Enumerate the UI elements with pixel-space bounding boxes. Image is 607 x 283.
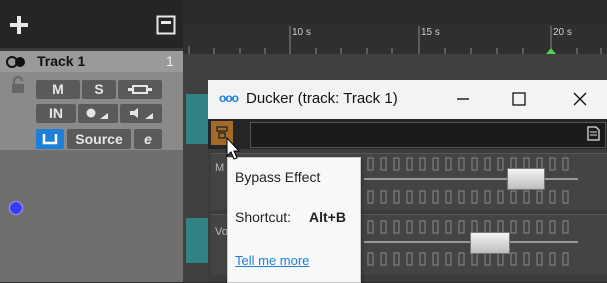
solo-button[interactable]: S [82,80,116,99]
add-track-button[interactable] [8,14,30,36]
ruler-label-20s: 20 s [553,27,572,38]
slider-thumb[interactable] [470,232,510,254]
minimize-icon [457,98,469,100]
preset-field[interactable] [250,122,606,148]
ruler-label-15s: 15 s [421,27,440,38]
ruler-label-10s: 10 s [292,27,311,38]
input-button[interactable]: IN [36,104,76,123]
tooltip-shortcut-label: Shortcut: [235,209,292,225]
track-name[interactable]: Track 1 [37,53,85,69]
panel-toggle-icon [156,15,176,35]
waveform-clip[interactable] [186,218,208,263]
monitor-icon [128,85,152,94]
bracket-icon [42,134,58,145]
maximize-icon [512,92,526,106]
edit-button[interactable]: e [134,129,162,149]
plugin-title-icon: ooo [219,91,239,105]
close-icon [573,92,587,106]
maximize-button[interactable] [502,86,536,112]
slider-scales [364,157,578,266]
plugin-title: Ducker (track: Track 1) [246,90,398,107]
tooltip-title: Bypass Effect [235,169,321,185]
ruler-ticks [188,26,602,54]
record-icon [86,108,108,119]
track-color-dot[interactable] [9,201,23,215]
preset-menu-icon[interactable] [585,124,601,147]
tooltip-link[interactable]: Tell me more [235,253,309,268]
minimize-button[interactable] [446,86,480,112]
monitor-button[interactable] [118,80,162,99]
tooltip-shortcut-value: Alt+B [309,209,346,225]
speaker-button[interactable] [120,104,162,123]
slider-thumb[interactable] [507,168,545,190]
param-label: Vo [215,226,228,238]
waveform-clip[interactable] [186,94,208,144]
panel-toggle-button[interactable] [156,15,176,35]
track-lower-area [0,150,183,282]
record-arm-button[interactable] [78,104,118,123]
track-number: 1 [166,53,174,69]
close-button[interactable] [563,86,597,112]
source-button[interactable]: Source [67,129,131,149]
mute-button[interactable]: M [36,80,80,99]
mouse-cursor [226,136,242,166]
param-label: M [215,162,225,174]
lock-icon[interactable] [10,76,26,99]
edit-mode-button[interactable] [36,129,64,149]
plus-icon [10,16,28,34]
speaker-icon [130,108,153,119]
